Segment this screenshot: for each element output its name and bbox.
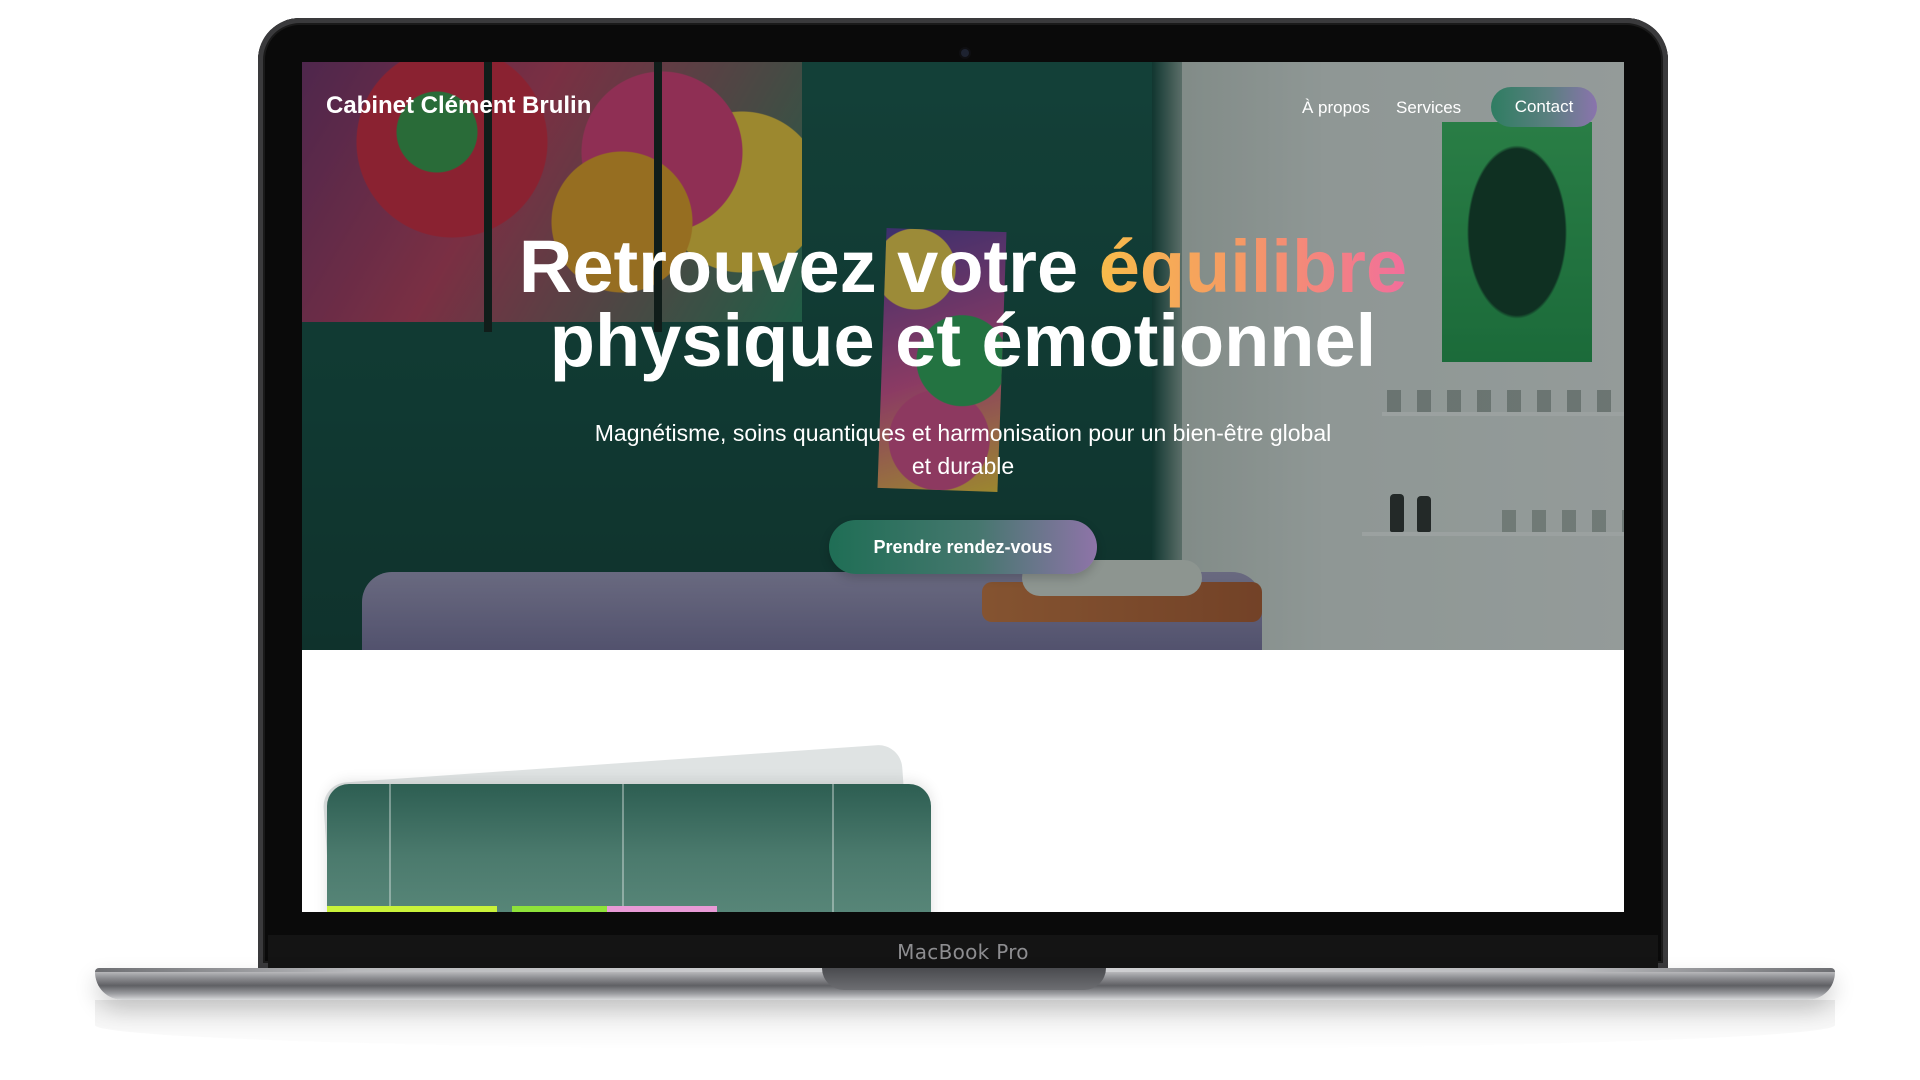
book-appointment-button[interactable]: Prendre rendez-vous [829,520,1097,574]
laptop-screen: Cabinet Clément Brulin À propos Services… [302,62,1624,912]
photo-detail [832,784,834,912]
laptop-notch [822,968,1106,990]
device-label: MacBook Pro [897,940,1029,964]
top-nav: Cabinet Clément Brulin À propos Services… [302,62,1624,152]
nav-contact-button[interactable]: Contact [1491,87,1597,127]
hero-section: Cabinet Clément Brulin À propos Services… [302,62,1624,650]
laptop-chin: MacBook Pro [268,935,1658,969]
hero-title-part1: Retrouvez votre [518,225,1079,308]
photo-detail [622,784,624,912]
hero-subtitle: Magnétisme, soins quantiques et harmonis… [594,420,1332,479]
about-photo [327,784,931,912]
stage: MacBook Pro Cabinet Clément Brulin À pro… [0,0,1920,1080]
hero-title: Retrouvez votre équilibre physique et ém… [302,230,1624,378]
camera-icon [961,49,969,57]
hero-title-accent: équilibre [1098,225,1408,308]
hero-title-part2: physique et émotionnel [549,299,1377,382]
laptop-shadow [95,1000,1835,1050]
photo-detail [389,784,391,912]
nav-link-about[interactable]: À propos [1302,98,1370,118]
site-brand[interactable]: Cabinet Clément Brulin [326,92,591,120]
photo-painting-strip [327,906,931,912]
nav-link-services[interactable]: Services [1396,98,1461,118]
